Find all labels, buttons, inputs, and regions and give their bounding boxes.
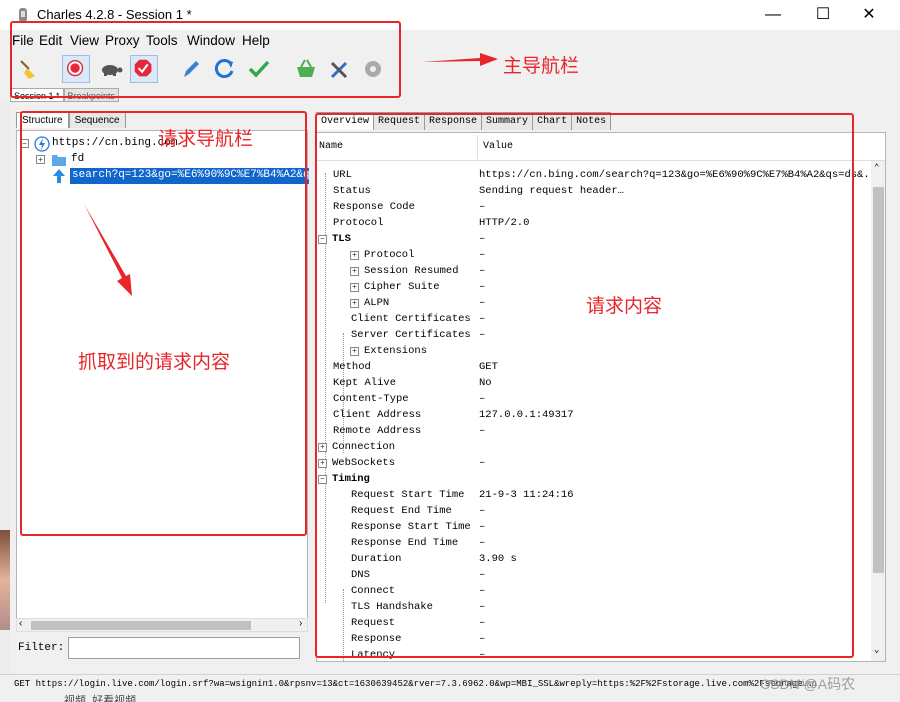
arrow-right-icon bbox=[422, 53, 498, 66]
scroll-down-icon[interactable]: ⌄ bbox=[874, 645, 879, 655]
request-list-highlight bbox=[20, 111, 307, 536]
desktop-photo bbox=[0, 530, 10, 630]
maximize-button[interactable]: ☐ bbox=[812, 4, 834, 26]
scroll-up-icon[interactable]: ⌃ bbox=[874, 163, 879, 173]
background-page-text: 视频_好看视频 bbox=[64, 695, 137, 702]
close-button[interactable]: ✕ bbox=[858, 4, 880, 26]
window-title: Charles 4.2.8 - Session 1 * bbox=[37, 7, 192, 22]
request-content-highlight bbox=[315, 113, 854, 658]
filter-input[interactable] bbox=[68, 637, 300, 659]
scroll-thumb[interactable] bbox=[873, 187, 884, 573]
horizontal-scrollbar[interactable]: ‹ › bbox=[16, 618, 308, 632]
vertical-scrollbar[interactable]: ⌃ ⌄ bbox=[871, 161, 885, 661]
annotation-main-nav: 主导航栏 bbox=[503, 55, 580, 77]
annotation-request-content: 请求内容 bbox=[586, 295, 663, 317]
arrow-down-icon bbox=[84, 204, 132, 296]
scroll-right-icon[interactable]: › bbox=[299, 618, 302, 629]
status-text: GET https://login.live.com/login.srf?wa=… bbox=[14, 679, 819, 689]
filter-label: Filter: bbox=[18, 642, 65, 654]
scroll-thumb[interactable] bbox=[31, 621, 251, 630]
scroll-left-icon[interactable]: ‹ bbox=[19, 618, 22, 629]
annotation-captured-requests: 抓取到的请求内容 bbox=[78, 351, 231, 373]
main-nav-highlight bbox=[10, 21, 401, 98]
csdn-watermark: CSDN @A码农 bbox=[760, 676, 856, 692]
minimize-button[interactable]: — bbox=[762, 4, 784, 26]
annotation-request-nav: 请求导航栏 bbox=[158, 128, 254, 150]
